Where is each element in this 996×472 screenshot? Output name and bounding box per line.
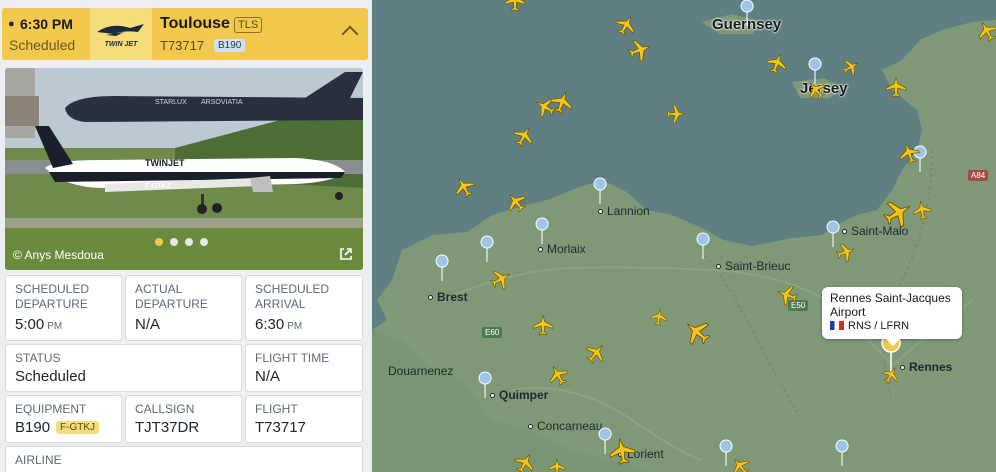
aircraft-icon[interactable] <box>678 313 716 351</box>
airport-popup[interactable]: Rennes Saint-Jacques Airport RNS / LFRN <box>822 287 962 346</box>
carousel-dot[interactable] <box>185 238 193 246</box>
flight-cell: FLIGHT T73717 <box>245 395 363 443</box>
external-link-icon[interactable] <box>338 246 354 262</box>
destination-city: Toulouse <box>160 15 230 32</box>
aircraft-icon[interactable] <box>803 77 829 103</box>
aircraft-layer <box>450 0 996 472</box>
aircraft-icon[interactable] <box>879 194 917 232</box>
flight-header[interactable]: ● 6:30 PM Scheduled TWIN JET Toulouse TL… <box>2 8 368 60</box>
airline-logo: TWIN JET <box>97 24 144 48</box>
flight-time-value: N/A <box>255 368 281 385</box>
france-flag-icon <box>830 321 844 330</box>
aircraft-icon[interactable] <box>450 173 478 201</box>
aircraft-icon[interactable] <box>839 55 863 79</box>
photo-carousel-dots <box>155 238 208 246</box>
destination-iata-badge: TLS <box>234 17 263 33</box>
aircraft-icon[interactable] <box>548 458 566 472</box>
aircraft-icon[interactable] <box>911 199 933 221</box>
flight-time-cell: FLIGHT TIME N/A <box>245 344 363 392</box>
aircraft-icon[interactable] <box>606 435 638 467</box>
equipment-label: EQUIPMENT <box>15 402 87 416</box>
header-time: 6:30 PM <box>20 16 73 32</box>
scheduled-departure-value: 5:00 PM <box>15 316 63 333</box>
aircraft-icon[interactable] <box>544 361 572 389</box>
registration-badge[interactable]: F-GTKJ <box>56 421 100 434</box>
aircraft-icon[interactable] <box>501 187 531 217</box>
airline-cell: AIRLINE <box>5 446 363 472</box>
actual-departure-value: N/A <box>135 316 161 333</box>
aircraft-icon[interactable] <box>625 35 655 65</box>
aircraft-photo[interactable]: STARLUX ARSOVIATIA TWINJET F-GTKJ © Anys… <box>5 68 363 270</box>
aircraft-icon[interactable] <box>581 338 611 368</box>
flight-details-panel: ● 6:30 PM Scheduled TWIN JET Toulouse TL… <box>0 0 370 472</box>
status-value: Scheduled <box>15 368 86 385</box>
aircraft-icon[interactable] <box>666 104 686 124</box>
flight-number: T73717 <box>160 38 205 53</box>
carousel-dot[interactable] <box>170 238 178 246</box>
scheduled-departure-cell: SCHEDULED DEPARTURE 5:00 PM <box>5 275 122 341</box>
aircraft-icon[interactable] <box>895 139 923 167</box>
scheduled-arrival-label: SCHEDULED ARRIVAL <box>255 282 330 311</box>
callsign-label: CALLSIGN <box>135 402 195 416</box>
aircraft-icon[interactable] <box>834 240 858 264</box>
flight-value: T73717 <box>255 419 306 436</box>
aircraft-icon[interactable] <box>885 76 907 98</box>
bg-airliner-tail-text: ARSOVIATIA <box>201 99 243 106</box>
aircraft-icon[interactable] <box>649 307 669 327</box>
equipment-value: B190 F-GTKJ <box>15 419 100 436</box>
actual-departure-label: ACTUAL DEPARTURE <box>135 282 208 311</box>
callsign-cell: CALLSIGN TJT37DR <box>125 395 242 443</box>
carousel-dot[interactable] <box>200 238 208 246</box>
airline-label: AIRLINE <box>15 453 62 467</box>
aircraft-type-badge: B190 <box>214 39 246 52</box>
flight-map[interactable]: Guernsey Jersey Lannion Morlaix Saint-Br… <box>372 0 996 472</box>
scheduled-departure-label: SCHEDULED DEPARTURE <box>15 282 90 311</box>
aircraft-registration-text: F-GTKJ <box>145 183 170 190</box>
aircraft-icon[interactable] <box>879 363 903 387</box>
aircraft-livery-text: TWINJET <box>145 158 185 168</box>
aircraft-icon[interactable] <box>510 122 538 150</box>
popup-airport-codes: RNS / LFRN <box>830 319 954 333</box>
actual-departure-cell: ACTUAL DEPARTURE N/A <box>125 275 242 341</box>
aircraft-icon[interactable] <box>727 453 753 472</box>
flight-label: FLIGHT <box>255 402 298 416</box>
aircraft-icon[interactable] <box>487 265 515 293</box>
carousel-dot[interactable] <box>155 238 163 246</box>
airline-logo-text: TWIN JET <box>105 41 138 48</box>
aircraft-icon[interactable] <box>973 17 996 45</box>
bell-icon[interactable]: ● <box>8 18 15 30</box>
equipment-cell: EQUIPMENT B190 F-GTKJ <box>5 395 122 443</box>
aircraft-icon[interactable] <box>532 314 554 336</box>
scheduled-arrival-value: 6:30 PM <box>255 316 303 333</box>
aircraft-icon[interactable] <box>511 449 539 472</box>
status-label: STATUS <box>15 351 61 365</box>
callsign-value: TJT37DR <box>135 419 200 436</box>
aircraft-icon[interactable] <box>763 49 791 77</box>
scheduled-arrival-cell: SCHEDULED ARRIVAL 6:30 PM <box>245 275 363 341</box>
flight-time-label: FLIGHT TIME <box>255 351 330 365</box>
collapse-chevron-icon[interactable] <box>341 25 359 43</box>
popup-airport-name: Rennes Saint-Jacques Airport <box>830 291 951 319</box>
header-status: Scheduled <box>9 37 76 53</box>
aircraft-icon[interactable] <box>612 11 640 39</box>
aircraft-icon[interactable] <box>504 0 526 12</box>
aircraft-icon[interactable] <box>531 93 559 121</box>
bg-airliner-fuselage-text: STARLUX <box>155 99 187 106</box>
aircraft-icon[interactable] <box>773 281 801 309</box>
status-cell: STATUS Scheduled <box>5 344 242 392</box>
photo-credit[interactable]: © Anys Mesdoua <box>13 248 104 262</box>
